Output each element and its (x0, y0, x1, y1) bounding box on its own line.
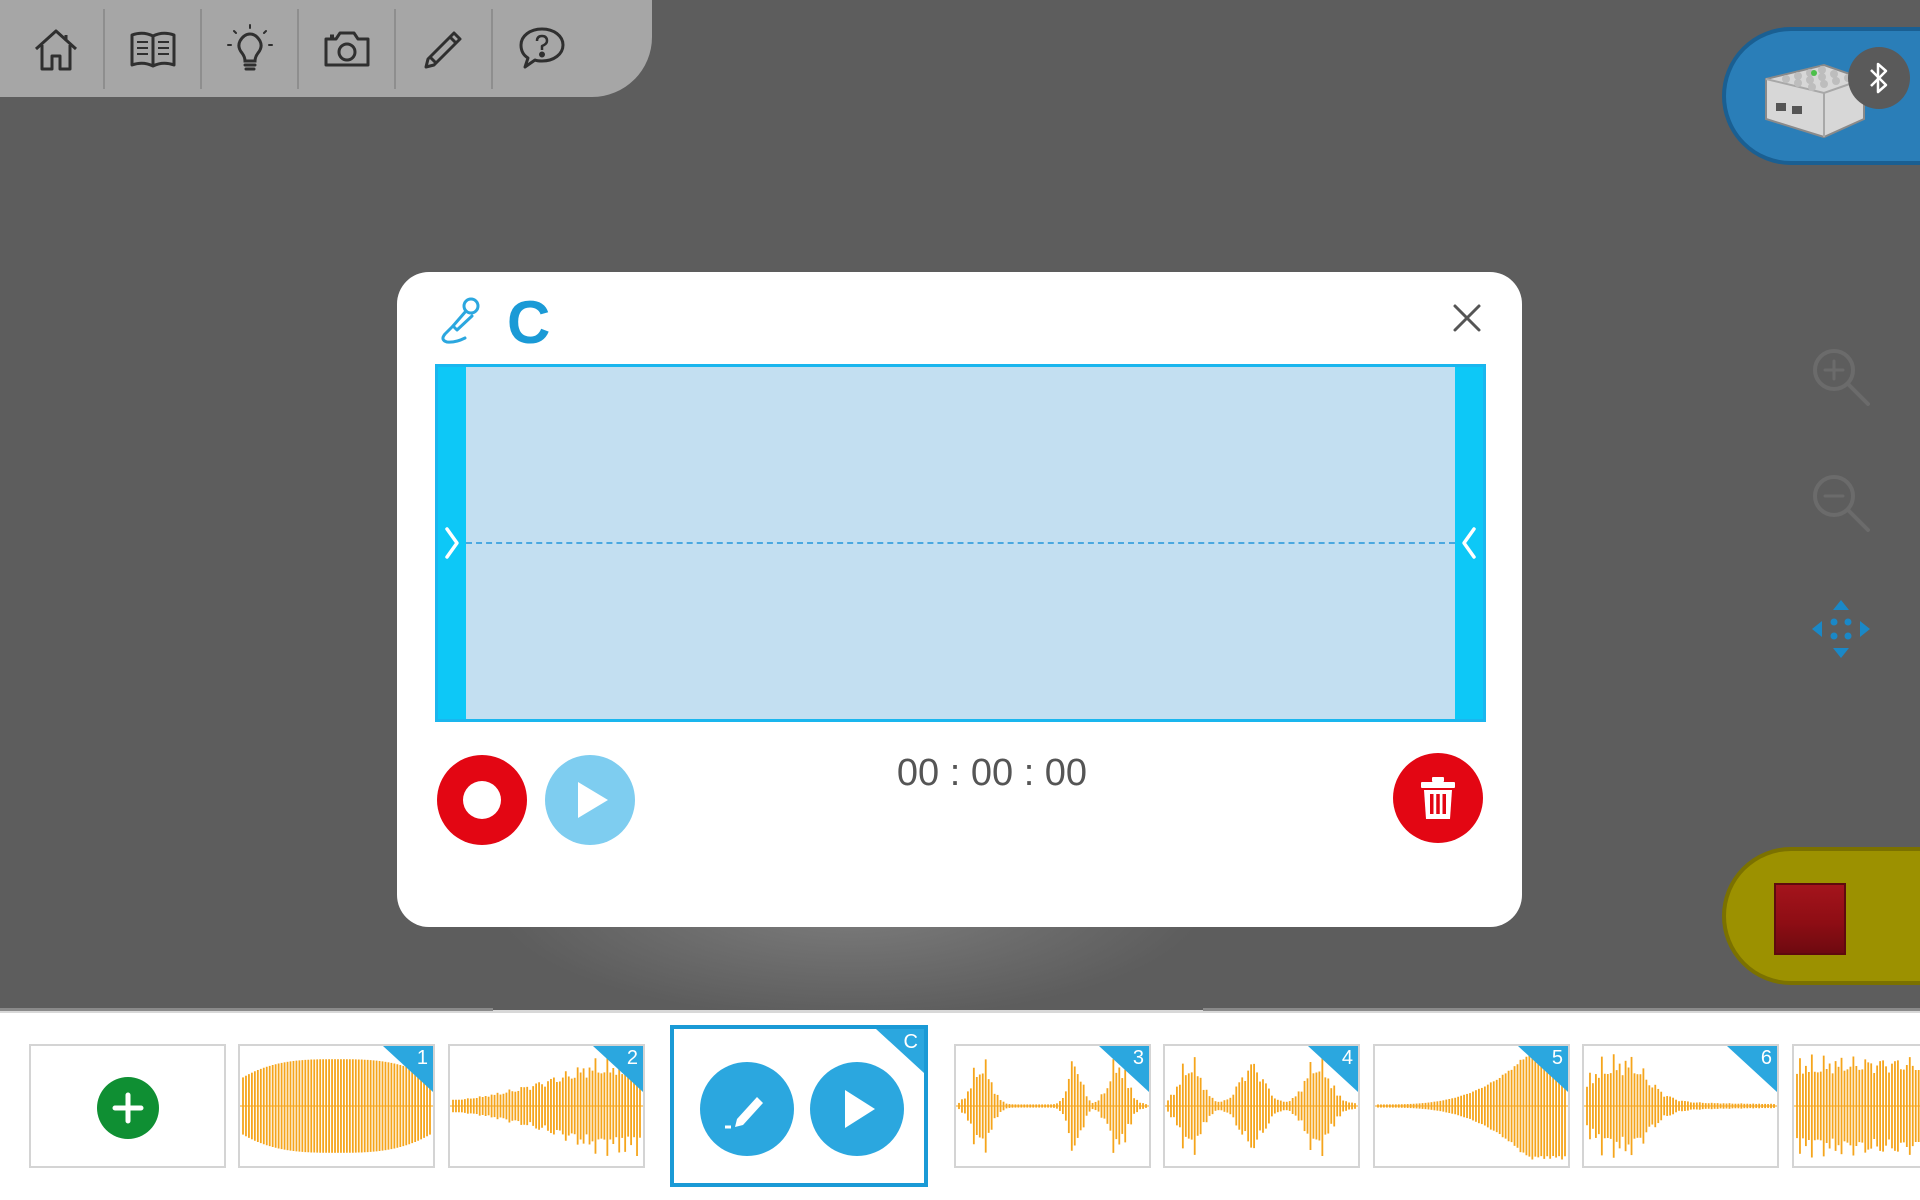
zoom-in-icon (1813, 349, 1870, 406)
pencil-icon (424, 31, 461, 68)
pencil-icon (725, 1097, 763, 1129)
add-sound-tile[interactable] (29, 1044, 226, 1168)
help-button[interactable] (493, 9, 590, 89)
sound-number: 4 (1341, 1047, 1353, 1069)
camera-icon (324, 31, 369, 66)
stop-icon (1774, 883, 1846, 955)
sound-tile[interactable]: 6 (1582, 1044, 1779, 1168)
book-icon (130, 31, 175, 67)
edit-sound-button[interactable] (700, 1062, 794, 1156)
close-button[interactable] (1445, 296, 1489, 340)
chevron-right-icon (445, 527, 459, 559)
play-button[interactable] (545, 755, 635, 845)
zoom-out-icon (1813, 475, 1870, 532)
sound-number: 6 (1760, 1047, 1772, 1069)
recording-timer: 00 : 00 : 00 (896, 752, 1088, 794)
hub-connect-button[interactable] (1722, 27, 1920, 165)
trim-end-handle[interactable] (1455, 367, 1483, 719)
help-icon (519, 27, 564, 68)
sound-recorder-dialog: C 00 : 00 : 00 (397, 272, 1522, 927)
home-button[interactable] (8, 8, 105, 89)
sound-tile[interactable] (1792, 1044, 1920, 1168)
sound-number: C (903, 1031, 918, 1053)
strip-divider (1203, 1008, 1920, 1011)
plus-icon (112, 1092, 144, 1124)
close-icon (1453, 304, 1481, 332)
sound-title: C (507, 289, 551, 356)
zoom-in-button[interactable] (1806, 342, 1876, 412)
selected-sound-tile[interactable]: C (670, 1025, 928, 1187)
microphone-edit-icon (441, 297, 480, 344)
waveform-thumbnail (1794, 1054, 1920, 1158)
sound-number: 5 (1551, 1047, 1563, 1069)
sound-tile[interactable]: 5 (1373, 1044, 1570, 1168)
center-view-button[interactable] (1806, 594, 1876, 664)
move-arrows-icon (1812, 600, 1870, 658)
add-sound-button[interactable] (97, 1077, 159, 1139)
stop-button[interactable] (1722, 847, 1920, 985)
sound-number: 2 (626, 1047, 638, 1069)
sound-tile[interactable]: 4 (1163, 1044, 1360, 1168)
play-sound-button[interactable] (810, 1062, 904, 1156)
strip-divider (0, 1008, 493, 1011)
chevron-left-icon (1462, 527, 1476, 559)
ideas-button[interactable] (202, 8, 299, 89)
bluetooth-icon (1870, 62, 1888, 94)
sound-number: 1 (416, 1047, 428, 1069)
lightbulb-icon (226, 23, 273, 70)
trim-start-handle[interactable] (438, 367, 466, 719)
bluetooth-status (1848, 47, 1910, 109)
delete-button[interactable] (1393, 753, 1483, 843)
play-icon (845, 1090, 875, 1128)
home-icon (34, 29, 77, 70)
waveform-baseline (466, 542, 1455, 544)
top-toolbar (0, 0, 652, 97)
record-button[interactable] (437, 755, 527, 845)
sound-tile[interactable]: 1 (238, 1044, 435, 1168)
play-icon (578, 782, 608, 818)
sound-tile[interactable]: 2 (448, 1044, 645, 1168)
camera-button[interactable] (299, 8, 396, 89)
guide-button[interactable] (105, 8, 202, 89)
record-icon (463, 781, 501, 819)
sound-tile[interactable]: 3 (954, 1044, 1151, 1168)
zoom-out-button[interactable] (1806, 468, 1876, 538)
waveform-editor[interactable] (435, 364, 1486, 722)
notes-button[interactable] (396, 8, 493, 89)
sound-number: 3 (1132, 1047, 1144, 1069)
trash-icon (1421, 777, 1455, 819)
